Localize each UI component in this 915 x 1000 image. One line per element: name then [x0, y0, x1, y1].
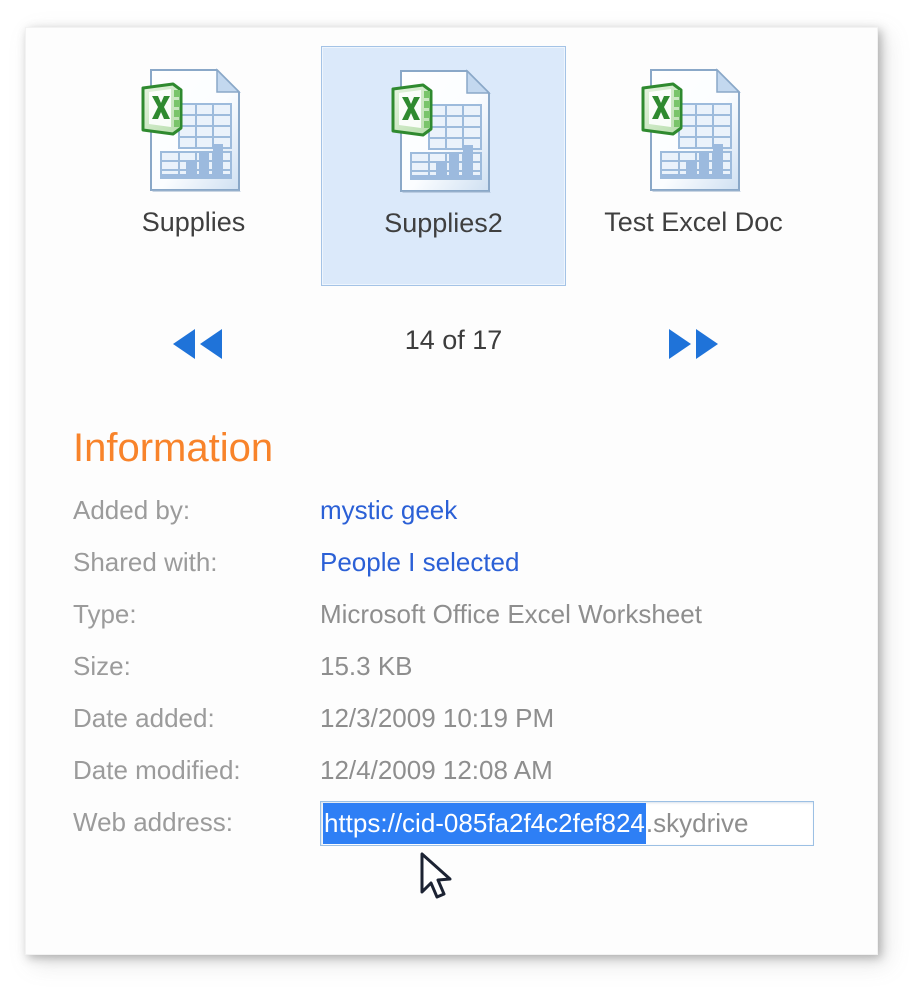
double-arrow-right-icon — [661, 327, 725, 361]
info-row-type: Type: Microsoft Office Excel Worksheet — [73, 599, 863, 651]
thumbnail-label: Supplies2 — [384, 208, 503, 238]
info-row-added-by: Added by: mystic geek — [73, 495, 863, 547]
thumbnail-item-test-excel-doc[interactable]: Test Excel Doc — [571, 46, 816, 286]
info-value-added-by[interactable]: mystic geek — [320, 495, 457, 526]
web-address-remaining-text: .skydrive — [645, 808, 749, 838]
previous-button[interactable] — [156, 324, 240, 364]
thumbnail-label: Supplies — [141, 207, 246, 237]
info-label: Date modified: — [73, 755, 241, 785]
screen-root: Supplies Supplies2 Test Excel Doc 14 of … — [0, 0, 915, 1000]
info-value-shared-with[interactable]: People I selected — [320, 547, 519, 578]
thumbnail-item-supplies2[interactable]: Supplies2 — [321, 46, 566, 286]
pager: 14 of 17 — [26, 316, 879, 370]
info-label: Web address: — [73, 807, 233, 837]
double-arrow-left-icon — [166, 327, 230, 361]
thumbnail-item-supplies[interactable]: Supplies — [71, 46, 316, 286]
info-row-date-added: Date added: 12/3/2009 10:19 PM — [73, 703, 863, 755]
info-label: Shared with: — [73, 547, 218, 577]
excel-document-icon — [135, 64, 253, 196]
info-row-shared-with: Shared with: People I selected — [73, 547, 863, 599]
info-label: Size: — [73, 651, 131, 681]
info-row-date-modified: Date modified: 12/4/2009 12:08 AM — [73, 755, 863, 807]
thumbnail-strip: Supplies Supplies2 Test Excel Doc — [26, 46, 879, 296]
thumbnail-label: Test Excel Doc — [604, 207, 783, 237]
excel-document-icon — [635, 64, 753, 196]
information-table: Added by: mystic geek Shared with: Peopl… — [73, 495, 863, 859]
info-label: Added by: — [73, 495, 191, 525]
info-value-date-added: 12/3/2009 10:19 PM — [320, 703, 555, 733]
information-heading: Information — [73, 426, 274, 470]
info-value-size: 15.3 KB — [320, 651, 413, 681]
excel-document-icon — [385, 65, 503, 197]
page-counter: 14 of 17 — [404, 325, 503, 355]
info-value-type: Microsoft Office Excel Worksheet — [320, 599, 702, 629]
info-row-web-address: Web address: https://cid-085fa2f4c2fef82… — [73, 801, 863, 859]
file-details-panel: Supplies Supplies2 Test Excel Doc 14 of … — [25, 27, 878, 955]
next-button[interactable] — [651, 324, 735, 364]
web-address-input[interactable]: https://cid-085fa2f4c2fef824 .skydrive — [320, 801, 814, 846]
info-label: Date added: — [73, 703, 215, 733]
info-value-date-modified: 12/4/2009 12:08 AM — [320, 755, 553, 785]
info-row-size: Size: 15.3 KB — [73, 651, 863, 703]
info-label: Type: — [73, 599, 137, 629]
web-address-selected-text: https://cid-085fa2f4c2fef824 — [323, 803, 646, 844]
